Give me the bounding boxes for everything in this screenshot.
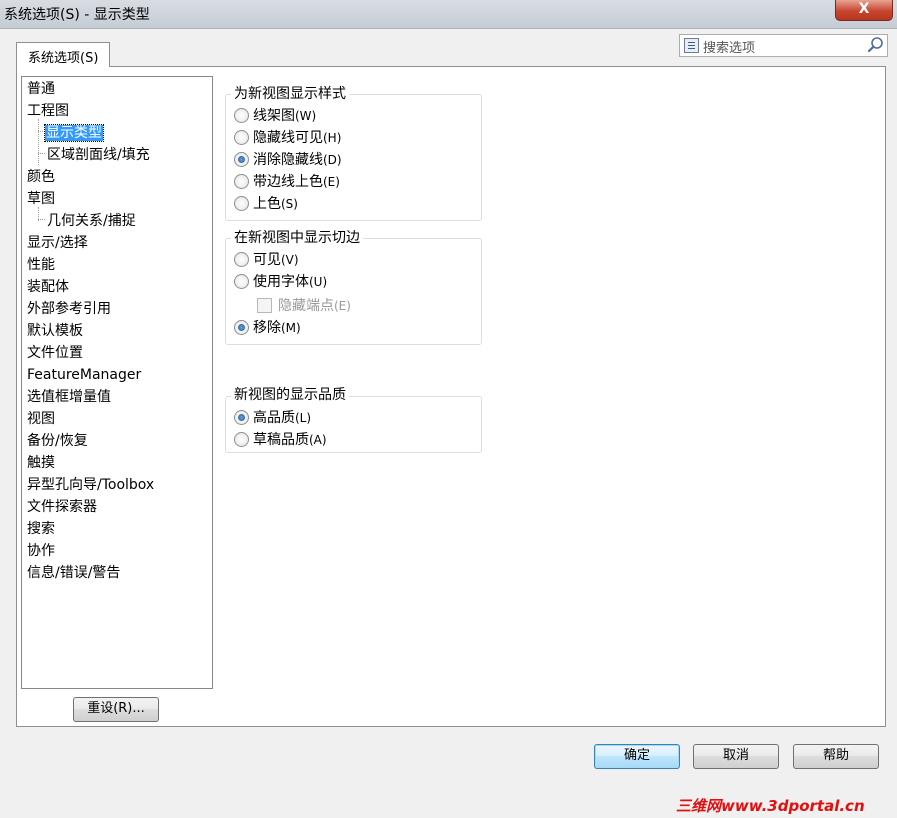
tree-item-area-hatch[interactable]: 区域剖面线/填充 — [47, 146, 150, 164]
window-title: 系统选项(S) - 显示类型 — [4, 7, 150, 23]
reset-button[interactable]: 重设(R)... — [73, 697, 159, 722]
search-input[interactable]: 搜索选项 — [679, 34, 888, 57]
radio-high-quality[interactable]: 高品质(L) — [234, 409, 311, 427]
tree-item-performance[interactable]: 性能 — [27, 256, 55, 274]
checkbox-hide-endpoints[interactable]: 隐藏端点(E) — [257, 297, 351, 315]
display-quality-group-title: 新视图的显示品质 — [231, 387, 349, 403]
radio-draft-quality[interactable]: 草稿品质(A) — [234, 431, 327, 449]
tree-item-sketch[interactable]: 草图 — [27, 190, 55, 208]
radio-icon — [234, 107, 249, 123]
radio-shaded-with-edges[interactable]: 带边线上色(E) — [234, 173, 340, 191]
search-icon[interactable] — [867, 36, 884, 53]
search-placeholder: 搜索选项 — [703, 41, 756, 56]
radio-checked-icon — [234, 319, 249, 335]
tree-connector — [38, 131, 45, 132]
radio-visible[interactable]: 可见(V) — [234, 251, 299, 269]
radio-shaded[interactable]: 上色(S) — [234, 195, 298, 213]
tree-item-assemblies[interactable]: 装配体 — [27, 278, 69, 296]
tree-item-file-locations[interactable]: 文件位置 — [27, 344, 83, 362]
radio-hidden-lines-visible[interactable]: 隐藏线可见(H) — [234, 129, 341, 147]
tangent-edges-group-title: 在新视图中显示切边 — [231, 230, 363, 246]
radio-icon — [234, 251, 249, 267]
watermark: 三维网www.3dportal.cn — [676, 797, 865, 815]
tab-label: 系统选项(S) — [28, 51, 99, 66]
options-list-icon — [684, 38, 699, 53]
cancel-button[interactable]: 取消 — [693, 744, 779, 769]
radio-hidden-lines-removed[interactable]: 消除隐藏线(D) — [234, 151, 342, 169]
tree-connector — [38, 153, 45, 154]
radio-checked-icon — [234, 409, 249, 425]
tree-item-general[interactable]: 普通 — [27, 80, 55, 98]
options-tree[interactable]: 普通 工程图 显示类型 区域剖面线/填充 颜色 草图 几何关系/捕捉 显示/选择… — [21, 76, 213, 689]
tree-item-view[interactable]: 视图 — [27, 410, 55, 428]
radio-removed[interactable]: 移除(M) — [234, 319, 301, 337]
radio-icon — [234, 195, 249, 211]
tab-system-options[interactable]: 系统选项(S) — [16, 42, 110, 67]
tree-item-spin-box-increments[interactable]: 选值框增量值 — [27, 388, 111, 406]
tree-item-hole-wizard-toolbox[interactable]: 异型孔向导/Toolbox — [27, 476, 154, 494]
display-style-group-title: 为新视图显示样式 — [231, 86, 349, 102]
ok-button[interactable]: 确定 — [594, 744, 680, 769]
tree-item-default-templates[interactable]: 默认模板 — [27, 322, 83, 340]
tree-item-relations-snaps[interactable]: 几何关系/捕捉 — [47, 212, 136, 230]
tree-item-backup-recover[interactable]: 备份/恢复 — [27, 432, 88, 450]
tree-item-messages-errors-warnings[interactable]: 信息/错误/警告 — [27, 564, 120, 582]
tree-item-search[interactable]: 搜索 — [27, 520, 55, 538]
tree-item-file-explorer[interactable]: 文件探索器 — [27, 498, 97, 516]
tree-item-drawings[interactable]: 工程图 — [27, 102, 69, 120]
radio-wireframe[interactable]: 线架图(W) — [234, 107, 316, 125]
close-button[interactable]: X — [835, 0, 893, 21]
tree-item-featuremanager[interactable]: FeatureManager — [27, 366, 141, 384]
tree-item-display-selection[interactable]: 显示/选择 — [27, 234, 88, 252]
radio-icon — [234, 431, 249, 447]
tree-item-display-style[interactable]: 显示类型 — [44, 124, 104, 142]
tree-item-touch[interactable]: 触摸 — [27, 454, 55, 472]
radio-icon — [234, 173, 249, 189]
tree-item-collaboration[interactable]: 协作 — [27, 542, 55, 560]
title-bar: 系统选项(S) - 显示类型 X — [0, 0, 897, 29]
radio-use-font[interactable]: 使用字体(U) — [234, 273, 327, 291]
radio-checked-icon — [234, 151, 249, 167]
tree-connector — [38, 119, 39, 165]
checkbox-icon — [257, 297, 272, 313]
tree-item-colors[interactable]: 颜色 — [27, 168, 55, 186]
tree-item-external-references[interactable]: 外部参考引用 — [27, 300, 111, 318]
radio-icon — [234, 273, 249, 289]
tree-connector — [38, 219, 45, 220]
radio-icon — [234, 129, 249, 145]
help-button[interactable]: 帮助 — [793, 744, 879, 769]
